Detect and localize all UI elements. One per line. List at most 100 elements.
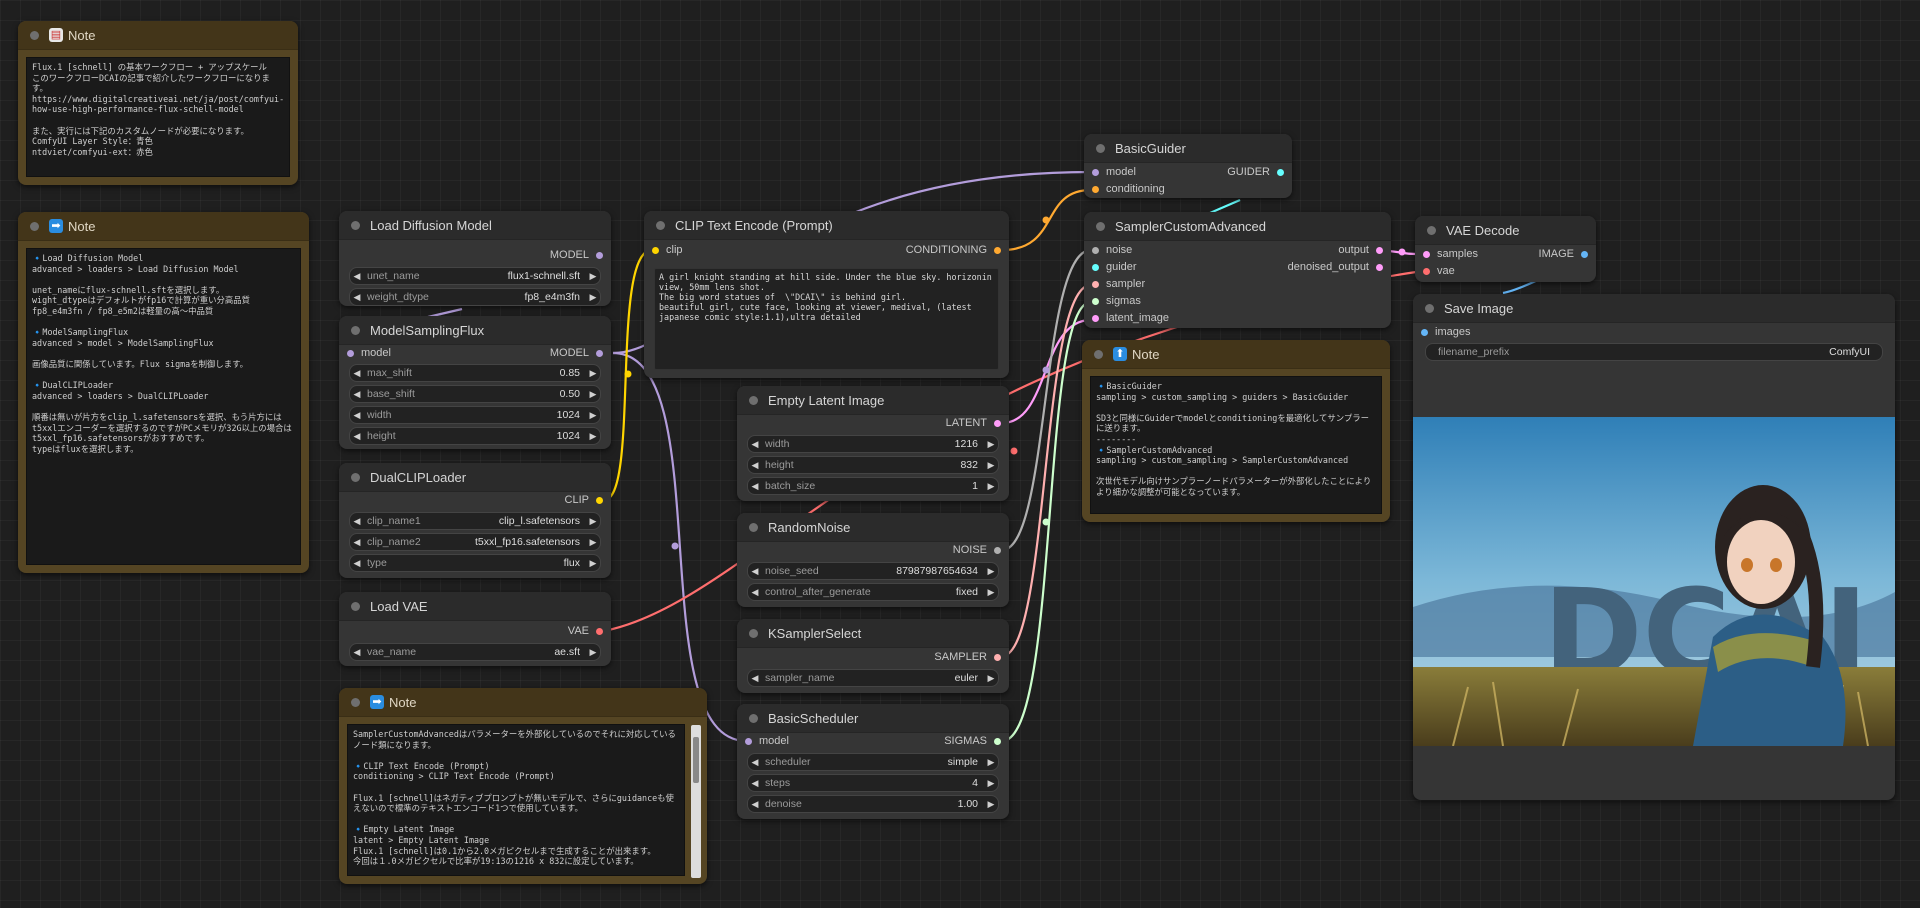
widget-max-shift[interactable]: ◀ max_shift 0.85 ▶ bbox=[349, 364, 601, 382]
input-port[interactable] bbox=[1092, 246, 1099, 254]
input-port[interactable] bbox=[1092, 263, 1099, 271]
widget-scheduler[interactable]: ◀ scheduler simple ▶ bbox=[747, 753, 999, 771]
collapse-dot-icon[interactable] bbox=[749, 713, 758, 723]
input-samples[interactable]: samples bbox=[1423, 247, 1478, 261]
collapse-dot-icon[interactable] bbox=[351, 325, 360, 335]
input-model[interactable]: model bbox=[745, 734, 789, 748]
output-port[interactable] bbox=[596, 349, 603, 357]
widget-noise-seed[interactable]: ◀ noise_seed 87987987654634 ▶ bbox=[747, 562, 999, 580]
input-vae[interactable]: vae bbox=[1423, 264, 1455, 278]
output-port[interactable] bbox=[596, 496, 603, 504]
vae-decode-node[interactable]: VAE Decode samples vae IMAGE bbox=[1415, 216, 1596, 282]
collapse-dot-icon[interactable] bbox=[1094, 349, 1103, 359]
arrow-left-icon[interactable]: ◀ bbox=[350, 516, 364, 527]
load-diffusion-model-node[interactable]: Load Diffusion Model MODEL ◀ unet_name flu… bbox=[339, 211, 611, 306]
output-model[interactable]: MODEL bbox=[550, 346, 603, 360]
save-image-node[interactable]: Save Image images filename_prefix ComfyUI… bbox=[1413, 294, 1895, 800]
input-port[interactable] bbox=[1423, 250, 1430, 258]
arrow-left-icon[interactable]: ◀ bbox=[350, 292, 364, 303]
output-port[interactable] bbox=[1376, 263, 1383, 271]
ksampler-select-node[interactable]: KSamplerSelect SAMPLER ◀ sampler_name eule… bbox=[737, 619, 1009, 693]
arrow-right-icon[interactable]: ▶ bbox=[586, 537, 600, 548]
arrow-left-icon[interactable]: ◀ bbox=[748, 481, 762, 492]
input-port[interactable] bbox=[1423, 267, 1430, 275]
arrow-right-icon[interactable]: ▶ bbox=[586, 389, 600, 400]
dual-clip-loader-node[interactable]: DualCLIPLoader CLIP ◀ clip_name1 clip_l.sa… bbox=[339, 463, 611, 578]
arrow-right-icon[interactable]: ▶ bbox=[984, 481, 998, 492]
input-port[interactable] bbox=[1092, 297, 1099, 305]
output-port[interactable] bbox=[1581, 250, 1588, 258]
arrow-left-icon[interactable]: ◀ bbox=[350, 431, 364, 442]
output-image[interactable]: IMAGE bbox=[1539, 247, 1588, 261]
arrow-right-icon[interactable]: ▶ bbox=[984, 587, 998, 598]
input-clip[interactable]: clip bbox=[652, 243, 683, 257]
random-noise-node[interactable]: RandomNoise NOISE ◀ noise_seed 87987987654… bbox=[737, 513, 1009, 607]
arrow-left-icon[interactable]: ◀ bbox=[748, 799, 762, 810]
widget-steps[interactable]: ◀ steps 4 ▶ bbox=[747, 774, 999, 792]
arrow-right-icon[interactable]: ▶ bbox=[586, 647, 600, 658]
collapse-dot-icon[interactable] bbox=[1427, 225, 1436, 235]
output-port[interactable] bbox=[994, 419, 1001, 427]
arrow-left-icon[interactable]: ◀ bbox=[748, 460, 762, 471]
arrow-right-icon[interactable]: ▶ bbox=[984, 460, 998, 471]
collapse-dot-icon[interactable] bbox=[1096, 143, 1105, 153]
sampler-custom-advanced-node[interactable]: SamplerCustomAdvanced noise guider sampl… bbox=[1084, 212, 1391, 328]
input-sampler[interactable]: sampler bbox=[1092, 277, 1145, 291]
collapse-dot-icon[interactable] bbox=[656, 220, 665, 230]
widget-control-after-generate[interactable]: ◀ control_after_generate fixed ▶ bbox=[747, 583, 999, 601]
arrow-right-icon[interactable]: ▶ bbox=[586, 271, 600, 282]
arrow-right-icon[interactable]: ▶ bbox=[984, 778, 998, 789]
input-guider[interactable]: guider bbox=[1092, 260, 1137, 274]
arrow-left-icon[interactable]: ◀ bbox=[350, 537, 364, 548]
input-port[interactable] bbox=[1092, 280, 1099, 288]
note-node-loaders[interactable]: ➡ Note 🔹Load Diffusion Model advanced > l… bbox=[18, 212, 309, 573]
widget-clip-name1[interactable]: ◀ clip_name1 clip_l.safetensors ▶ bbox=[349, 512, 601, 530]
arrow-left-icon[interactable]: ◀ bbox=[350, 558, 364, 569]
generated-image-preview[interactable]: DCAI bbox=[1413, 417, 1895, 746]
arrow-left-icon[interactable]: ◀ bbox=[350, 271, 364, 282]
widget-filename-prefix[interactable]: filename_prefix ComfyUI bbox=[1425, 343, 1883, 361]
output-port[interactable] bbox=[596, 251, 603, 259]
widget-base-shift[interactable]: ◀ base_shift 0.50 ▶ bbox=[349, 385, 601, 403]
output-vae[interactable]: VAE bbox=[568, 624, 603, 638]
collapse-dot-icon[interactable] bbox=[1425, 303, 1434, 313]
output-output[interactable]: output bbox=[1338, 243, 1383, 257]
input-port[interactable] bbox=[1092, 168, 1099, 176]
input-sigmas[interactable]: sigmas bbox=[1092, 294, 1141, 308]
note-text[interactable]: SamplerCustomAdvancedはパラメーターを外部化しているのでそれ… bbox=[347, 724, 685, 876]
arrow-left-icon[interactable]: ◀ bbox=[748, 439, 762, 450]
widget-sampler-name[interactable]: ◀ sampler_name euler ▶ bbox=[747, 669, 999, 687]
collapse-dot-icon[interactable] bbox=[351, 220, 360, 230]
input-noise[interactable]: noise bbox=[1092, 243, 1132, 257]
arrow-right-icon[interactable]: ▶ bbox=[984, 673, 998, 684]
collapse-dot-icon[interactable] bbox=[351, 601, 360, 611]
output-sigmas[interactable]: SIGMAS bbox=[944, 734, 1001, 748]
output-port[interactable] bbox=[994, 737, 1001, 745]
basic-guider-node[interactable]: BasicGuider model conditioning GUIDER bbox=[1084, 134, 1292, 198]
collapse-dot-icon[interactable] bbox=[749, 522, 758, 532]
note-node-sampler-params[interactable]: ➡ Note SamplerCustomAdvancedはパラメーターを外部化して… bbox=[339, 688, 707, 884]
arrow-left-icon[interactable]: ◀ bbox=[748, 566, 762, 577]
empty-latent-image-node[interactable]: Empty Latent Image LATENT ◀ width 1216 ▶ ◀ h… bbox=[737, 386, 1009, 501]
arrow-right-icon[interactable]: ▶ bbox=[586, 431, 600, 442]
note-node-guider-sampler[interactable]: ⬆ Note 🔹BasicGuider sampling > custom_sam… bbox=[1082, 340, 1390, 522]
arrow-left-icon[interactable]: ◀ bbox=[350, 368, 364, 379]
input-port[interactable] bbox=[652, 246, 659, 254]
input-port[interactable] bbox=[347, 349, 354, 357]
input-port[interactable] bbox=[1092, 314, 1099, 322]
input-model[interactable]: model bbox=[1092, 165, 1136, 179]
widget-height[interactable]: ◀ height 1024 ▶ bbox=[349, 427, 601, 445]
note-scrollbar[interactable] bbox=[691, 725, 701, 878]
arrow-right-icon[interactable]: ▶ bbox=[586, 516, 600, 527]
note-node-workflow-intro[interactable]: ▤ Note Flux.1 [schnell] の基本ワークフロー + アップスケ… bbox=[18, 21, 298, 185]
clip-text-encode-node[interactable]: CLIP Text Encode (Prompt) clip CONDITION… bbox=[644, 211, 1009, 378]
collapse-dot-icon[interactable] bbox=[749, 395, 758, 405]
output-port[interactable] bbox=[596, 627, 603, 635]
note-text[interactable]: Flux.1 [schnell] の基本ワークフロー + アップスケール このワ… bbox=[26, 57, 290, 177]
widget-batch-size[interactable]: ◀ batch_size 1 ▶ bbox=[747, 477, 999, 495]
output-conditioning[interactable]: CONDITIONING bbox=[906, 243, 1001, 257]
collapse-dot-icon[interactable] bbox=[351, 472, 360, 482]
widget-clip-name2[interactable]: ◀ clip_name2 t5xxl_fp16.safetensors ▶ bbox=[349, 533, 601, 551]
output-port[interactable] bbox=[1277, 168, 1284, 176]
widget-height[interactable]: ◀ height 832 ▶ bbox=[747, 456, 999, 474]
